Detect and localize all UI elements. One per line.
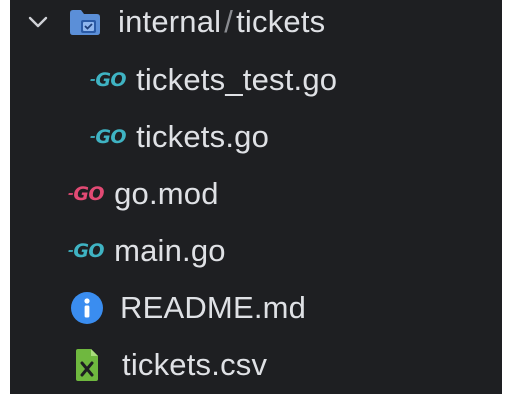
go-icon: - GO xyxy=(68,240,105,262)
chevron-down-icon[interactable] xyxy=(26,10,50,34)
tree-file-tickets-test-go[interactable]: - GO tickets_test.go xyxy=(10,52,514,108)
go-test-icon: - GO xyxy=(90,69,127,91)
folder-subname: tickets xyxy=(236,4,326,39)
info-icon xyxy=(70,291,104,325)
file-label: go.mod xyxy=(114,176,219,211)
file-label: main.go xyxy=(114,233,226,268)
folder-name: internal xyxy=(118,4,222,39)
project-tree-panel: internal/tickets - GO tickets_test.go - GO… xyxy=(10,0,502,394)
folder-label: internal/tickets xyxy=(118,4,325,40)
tree-file-tickets-csv[interactable]: tickets.csv xyxy=(10,337,514,393)
go-mod-icon: - GO xyxy=(68,183,105,205)
file-label: tickets_test.go xyxy=(136,62,338,97)
file-label: tickets.csv xyxy=(122,347,268,382)
csv-file-icon xyxy=(74,348,100,382)
path-separator: / xyxy=(224,4,234,39)
file-label: README.md xyxy=(120,290,307,325)
tree-folder-internal-tickets[interactable]: internal/tickets xyxy=(10,0,514,50)
file-label: tickets.go xyxy=(136,119,270,154)
go-icon: - GO xyxy=(90,126,127,148)
folder-icon xyxy=(68,7,102,37)
tree-file-tickets-go[interactable]: - GO tickets.go xyxy=(10,109,514,165)
tree-file-main-go[interactable]: - GO main.go xyxy=(10,223,514,279)
tree-file-readme-md[interactable]: README.md xyxy=(10,280,514,336)
tree-file-go-mod[interactable]: - GO go.mod xyxy=(10,166,514,222)
